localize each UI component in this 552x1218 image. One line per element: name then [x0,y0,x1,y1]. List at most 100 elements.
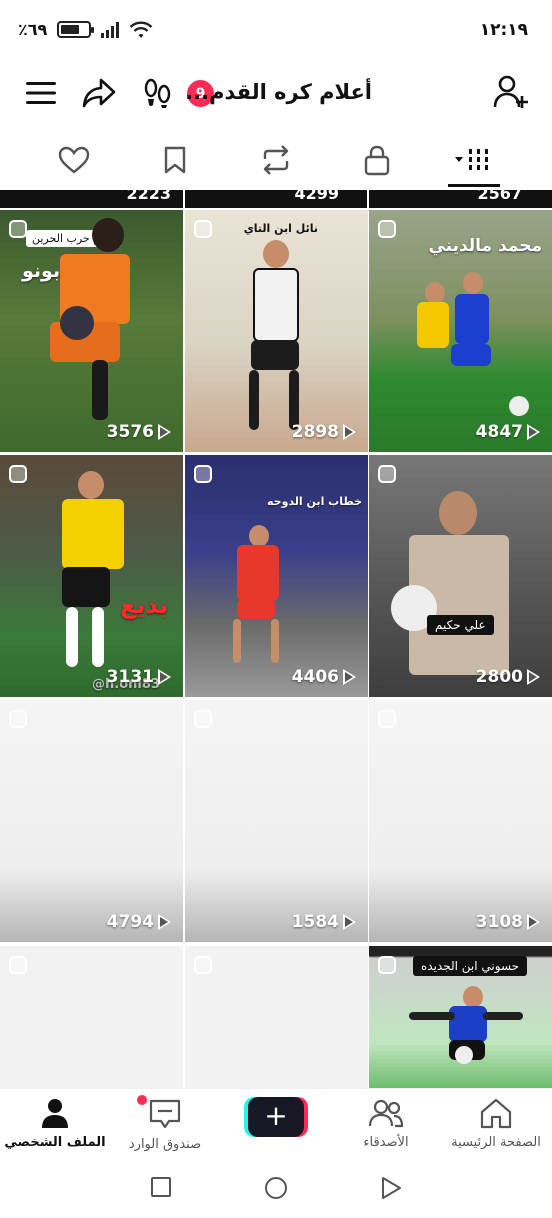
video-caption: بديع [120,591,169,619]
video-thumbnail[interactable]: اليوم حرب الحرين بونو 3576 [0,210,183,452]
battery-icon [57,21,95,38]
view-count: 4299 [294,190,339,203]
select-checkbox[interactable] [378,465,396,483]
select-checkbox[interactable] [378,220,396,238]
footprint-icon[interactable] [143,77,173,109]
add-friend-icon[interactable] [492,74,530,110]
grid-icon [455,149,488,170]
lock-icon [364,145,390,176]
play-icon [158,669,171,685]
view-count: 3108 [476,912,540,932]
nav-inbox-label: صندوق الوارد [128,1137,202,1152]
nav-home-label: الصفحة الرئيسية [451,1135,541,1150]
profile-tabs [0,126,552,190]
bookmark-icon [164,146,186,174]
select-checkbox[interactable] [378,956,396,974]
view-count: 3131 [107,667,171,687]
private-tab[interactable] [357,140,397,180]
select-checkbox[interactable] [194,710,212,728]
video-tag: نائل ابن التاي [243,222,318,235]
video-thumbnail[interactable] [185,946,368,1088]
heart-icon [58,146,90,174]
status-indicators: ٪٦٩ [18,20,153,39]
select-checkbox[interactable] [9,956,27,974]
view-count: 4847 [476,422,540,442]
profile-title[interactable]: أعلام كره القدم... [185,80,372,104]
video-thumbnail[interactable]: 1584 [185,700,368,942]
video-grid: 2223 4299 2567 اليوم حرب الحرين بونو 357… [0,190,552,1088]
create-button[interactable]: + [244,1097,308,1137]
menu-icon[interactable] [25,80,57,106]
play-icon [527,669,540,685]
select-checkbox[interactable] [9,220,27,238]
nav-profile[interactable]: الملف الشخصي [0,1097,110,1150]
profile-icon [42,1099,68,1128]
recent-apps-icon[interactable] [150,1176,172,1198]
video-caption: بونو [22,260,61,282]
select-checkbox[interactable] [194,465,212,483]
video-thumbnail[interactable]: محمد مالديني 4847 [369,210,552,452]
liked-tab[interactable] [54,140,94,180]
video-tag: علي حكيم [427,615,494,635]
nav-friends[interactable]: الأصدقاء [331,1097,441,1150]
video-thumbnail[interactable] [0,946,183,1088]
video-tag: خطاب ابن الدوحه [267,495,362,508]
view-count: 2898 [292,422,356,442]
signal-icon [101,21,120,38]
nav-friends-label: الأصدقاء [363,1135,409,1150]
video-thumbnail[interactable]: 4794 [0,700,183,942]
play-icon [158,914,171,930]
video-thumbnail[interactable]: بديع @h.oni83 3131 [0,455,183,697]
video-thumbnail[interactable]: خطاب ابن الدوحه 4406 [185,455,368,697]
video-thumbnail-partial[interactable]: 2223 [0,190,183,208]
inbox-icon [149,1099,181,1129]
share-icon[interactable] [81,77,117,109]
select-checkbox[interactable] [194,956,212,974]
select-checkbox[interactable] [378,710,396,728]
video-thumbnail[interactable]: حسوني ابن الجديده [369,946,552,1088]
video-thumbnail-partial[interactable]: 2567 [369,190,552,208]
select-checkbox[interactable] [9,465,27,483]
nav-home[interactable]: الصفحة الرئيسية [441,1097,551,1150]
video-caption: محمد مالديني [428,236,542,256]
play-icon [527,424,540,440]
play-icon [158,424,171,440]
plus-icon: + [248,1097,304,1137]
system-nav-bar [0,1162,552,1218]
video-thumbnail[interactable]: 3108 [369,700,552,942]
status-bar: ٪٦٩ ١٢:١٩ [0,0,552,62]
clock: ١٢:١٩ [479,20,528,40]
view-count: 2800 [476,667,540,687]
home-icon [480,1098,512,1129]
wifi-icon [129,21,153,38]
repost-icon [263,145,289,175]
play-icon [343,669,356,685]
select-checkbox[interactable] [9,710,27,728]
back-icon[interactable] [380,1176,402,1200]
profile-header: 9 أعلام كره القدم... [0,62,552,126]
play-icon [527,914,540,930]
play-icon [343,914,356,930]
bottom-nav: الصفحة الرئيسية الأصدقاء + صندوق الوارد … [0,1088,552,1162]
view-count: 2567 [477,190,522,203]
video-thumbnail-partial[interactable]: 4299 [185,190,367,208]
friends-icon [368,1099,404,1128]
view-count: 4406 [292,667,356,687]
play-icon [343,424,356,440]
battery-percent: ٪٦٩ [18,20,48,39]
reposts-tab[interactable] [256,140,296,180]
home-button-icon[interactable] [264,1176,288,1200]
video-tag: حسوني ابن الجديده [413,956,528,976]
view-count: 4794 [107,912,171,932]
view-count: 3576 [107,422,171,442]
videos-grid-tab[interactable] [452,140,498,180]
view-count: 1584 [292,912,356,932]
video-thumbnail[interactable]: علي حكيم 2800 [369,455,552,697]
video-thumbnail[interactable]: نائل ابن التاي 2898 [185,210,368,452]
favorites-tab[interactable] [155,140,195,180]
select-checkbox[interactable] [194,220,212,238]
nav-inbox[interactable]: صندوق الوارد [110,1097,220,1152]
nav-profile-label: الملف الشخصي [4,1135,106,1150]
view-count: 2223 [126,190,171,203]
inbox-notification-dot [137,1095,147,1105]
